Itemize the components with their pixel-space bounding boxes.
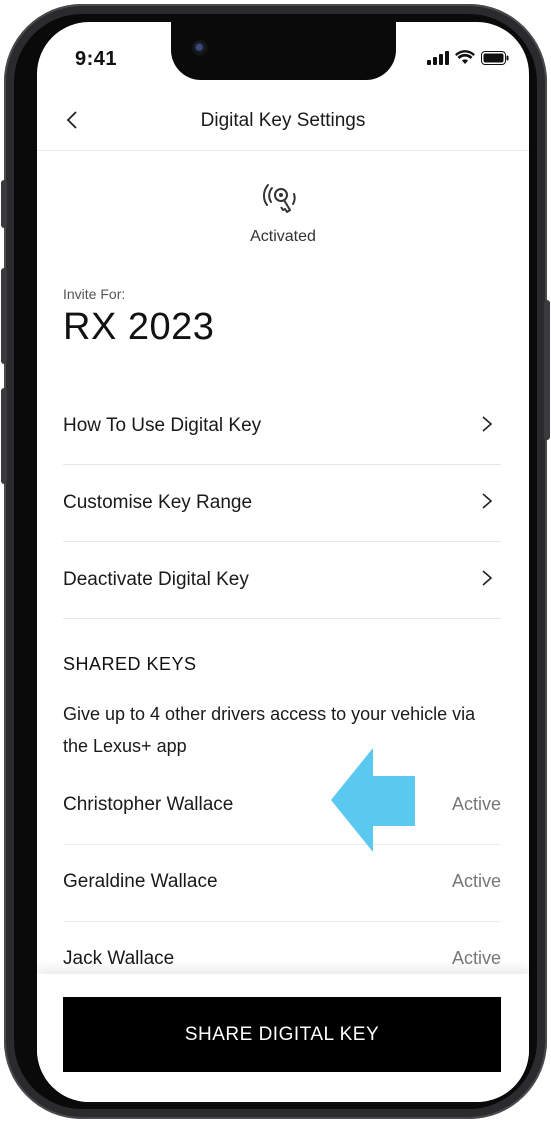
menu-item-how-to-use[interactable]: How To Use Digital Key xyxy=(63,388,501,465)
driver-name: Christopher Wallace xyxy=(63,794,234,815)
side-button-silent xyxy=(1,180,7,228)
shared-drivers-list: Christopher Wallace Active Geraldine Wal… xyxy=(63,768,501,999)
menu-item-deactivate[interactable]: Deactivate Digital Key xyxy=(63,542,501,619)
menu-item-label: Deactivate Digital Key xyxy=(63,569,249,590)
chevron-right-icon xyxy=(482,570,493,586)
app-screen: 9:41 Digital Key Settings Activated Invi… xyxy=(37,22,529,1102)
shared-keys-heading: SHARED KEYS xyxy=(63,654,197,674)
status-icons xyxy=(427,50,509,65)
page-title: Digital Key Settings xyxy=(200,110,366,131)
pointer-arrow-icon xyxy=(331,748,415,852)
wifi-icon xyxy=(455,50,475,64)
list-item[interactable]: Geraldine Wallace Active xyxy=(63,845,501,922)
menu-item-label: Customise Key Range xyxy=(63,492,253,513)
invite-label: Invite For: xyxy=(63,286,126,302)
list-item[interactable]: Christopher Wallace Active xyxy=(63,768,501,845)
driver-name: Jack Wallace xyxy=(63,948,175,969)
side-button-volume-down xyxy=(1,388,7,484)
shared-keys-description: Give up to 4 other drivers access to you… xyxy=(63,704,476,756)
driver-status: Active xyxy=(451,794,501,814)
driver-status: Active xyxy=(451,948,501,968)
menu-item-label: How To Use Digital Key xyxy=(63,415,262,436)
signal-icon xyxy=(427,50,449,65)
driver-status: Active xyxy=(451,871,501,891)
settings-menu: How To Use Digital Key Customise Key Ran… xyxy=(63,388,501,619)
chevron-right-icon xyxy=(482,493,493,509)
driver-name: Geraldine Wallace xyxy=(63,871,218,892)
digital-key-icon xyxy=(263,184,296,213)
menu-item-customise-range[interactable]: Customise Key Range xyxy=(63,465,501,542)
vehicle-model: RX 2023 xyxy=(63,306,215,348)
side-button-volume-up xyxy=(1,268,7,364)
chevron-right-icon xyxy=(482,416,493,432)
key-status-label: Activated xyxy=(250,228,316,245)
status-time: 9:41 xyxy=(75,48,118,70)
front-camera xyxy=(192,40,208,56)
battery-icon xyxy=(481,50,509,65)
bottom-action-panel: SHARE DIGITAL KEY xyxy=(37,974,529,1102)
navigation-bar: Digital Key Settings xyxy=(37,92,529,151)
side-button-power xyxy=(544,300,550,440)
share-digital-key-button[interactable]: SHARE DIGITAL KEY xyxy=(63,997,501,1072)
